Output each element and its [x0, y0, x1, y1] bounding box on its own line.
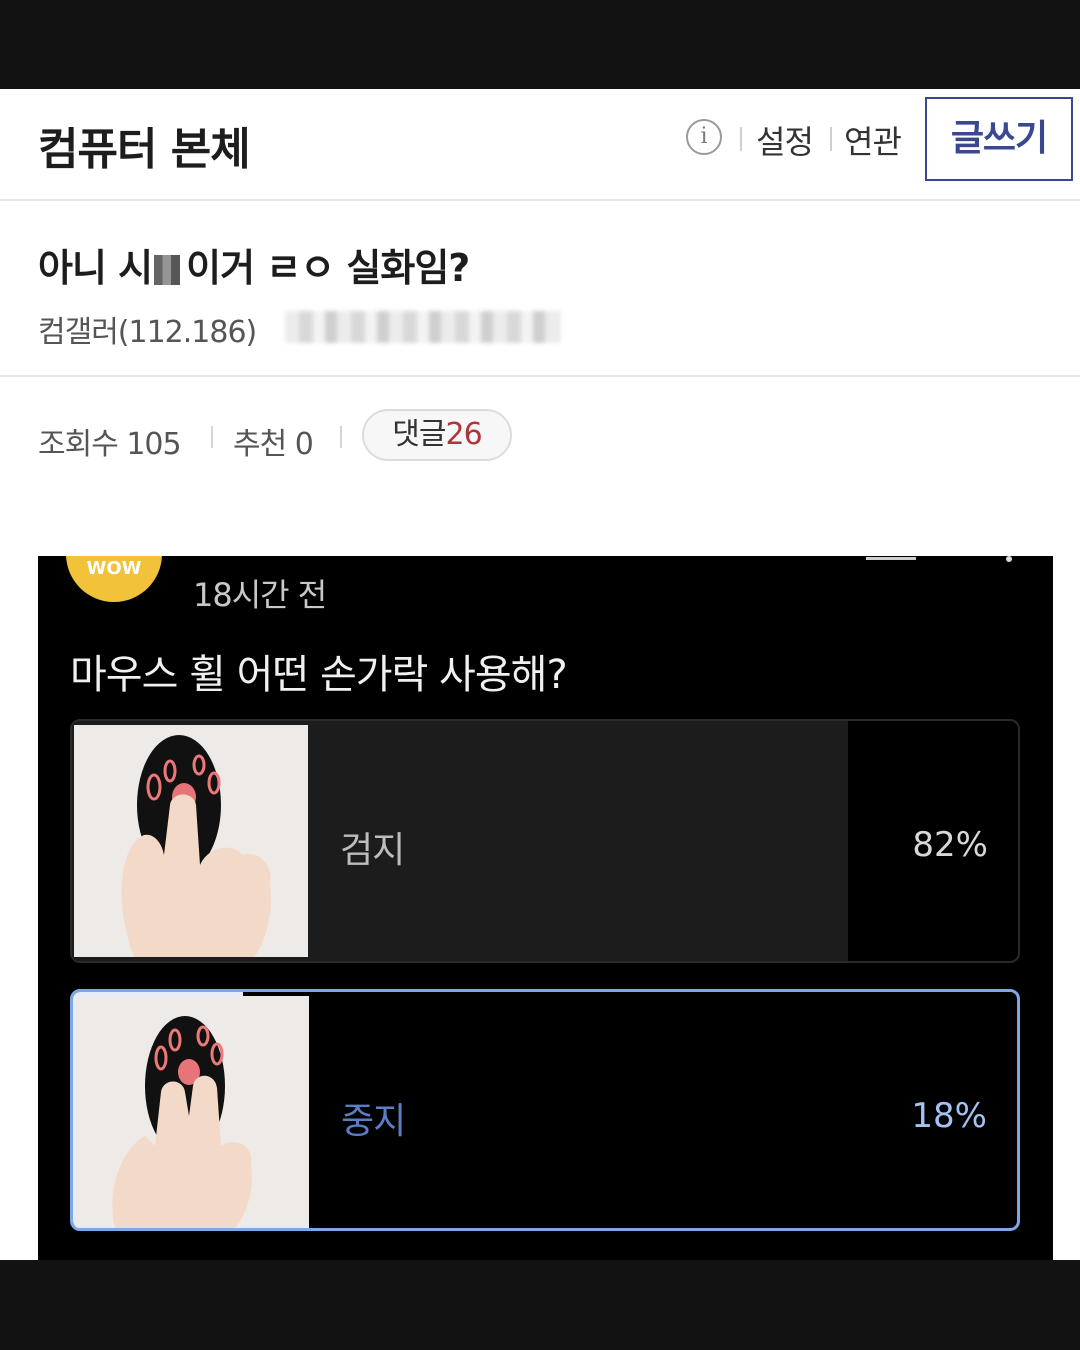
board-title[interactable]: 컴퓨터 본체 — [38, 113, 251, 177]
poll-option-percent: 18% — [911, 1096, 987, 1136]
poll-screenshot: WOW 18시간 전 마우스 휠 어떤 손가락 사용해? 검지 82% 중지 1… — [38, 556, 1053, 1260]
poll-option-label: 검지 — [340, 830, 405, 871]
time-ago: 18시간 전 — [193, 576, 327, 614]
mouse-middle-finger-image — [75, 996, 309, 1228]
poll-question: 마우스 휠 어떤 손가락 사용해? — [70, 652, 568, 698]
related-link[interactable]: 연관 — [844, 117, 902, 163]
post-title: 아니 시 이거 ㄹㅇ 실화임? — [38, 237, 470, 292]
avatar-text: WOW — [86, 558, 142, 579]
board-header: 컴퓨터 본체 i 설정 연관 글쓰기 — [0, 89, 1080, 201]
write-button[interactable]: 글쓰기 — [925, 97, 1073, 181]
poll-option-middle[interactable]: 중지 18% — [70, 989, 1020, 1231]
poll-option-label: 중지 — [341, 1101, 406, 1142]
mouse-index-finger-image — [74, 725, 308, 957]
top-black-bar — [0, 0, 1080, 89]
post-title-prefix: 아니 시 — [38, 246, 153, 290]
info-icon[interactable]: i — [686, 119, 722, 155]
post-title-suffix: 이거 ㄹㅇ 실화임? — [186, 246, 470, 290]
settings-link[interactable]: 설정 — [756, 117, 814, 163]
comments-count: 26 — [445, 417, 483, 452]
bottom-black-bar — [0, 1260, 1080, 1350]
header-separator — [740, 127, 742, 151]
view-count: 조회수 105 — [38, 427, 182, 462]
poll-option-percent: 82% — [912, 825, 988, 865]
avatar: WOW — [66, 556, 162, 602]
header-separator — [830, 127, 832, 151]
poll-option-index[interactable]: 검지 82% — [70, 719, 1020, 963]
comments-label: 댓글 — [392, 417, 446, 452]
stat-separator — [340, 426, 342, 448]
censor-mosaic — [154, 255, 181, 285]
author-name[interactable]: 컴갤러(112.186) — [38, 307, 257, 351]
divider — [0, 375, 1080, 377]
cropped-label — [866, 556, 916, 560]
recommend-count: 추천 0 — [233, 427, 314, 462]
more-options-icon[interactable] — [1006, 556, 1014, 574]
comments-button[interactable]: 댓글26 — [362, 409, 512, 461]
stat-separator — [211, 426, 213, 448]
post-page: 컴퓨터 본체 i 설정 연관 글쓰기 아니 시 이거 ㄹㅇ 실화임? 컴갤러(11… — [0, 89, 1080, 1260]
blurred-date — [285, 311, 560, 343]
